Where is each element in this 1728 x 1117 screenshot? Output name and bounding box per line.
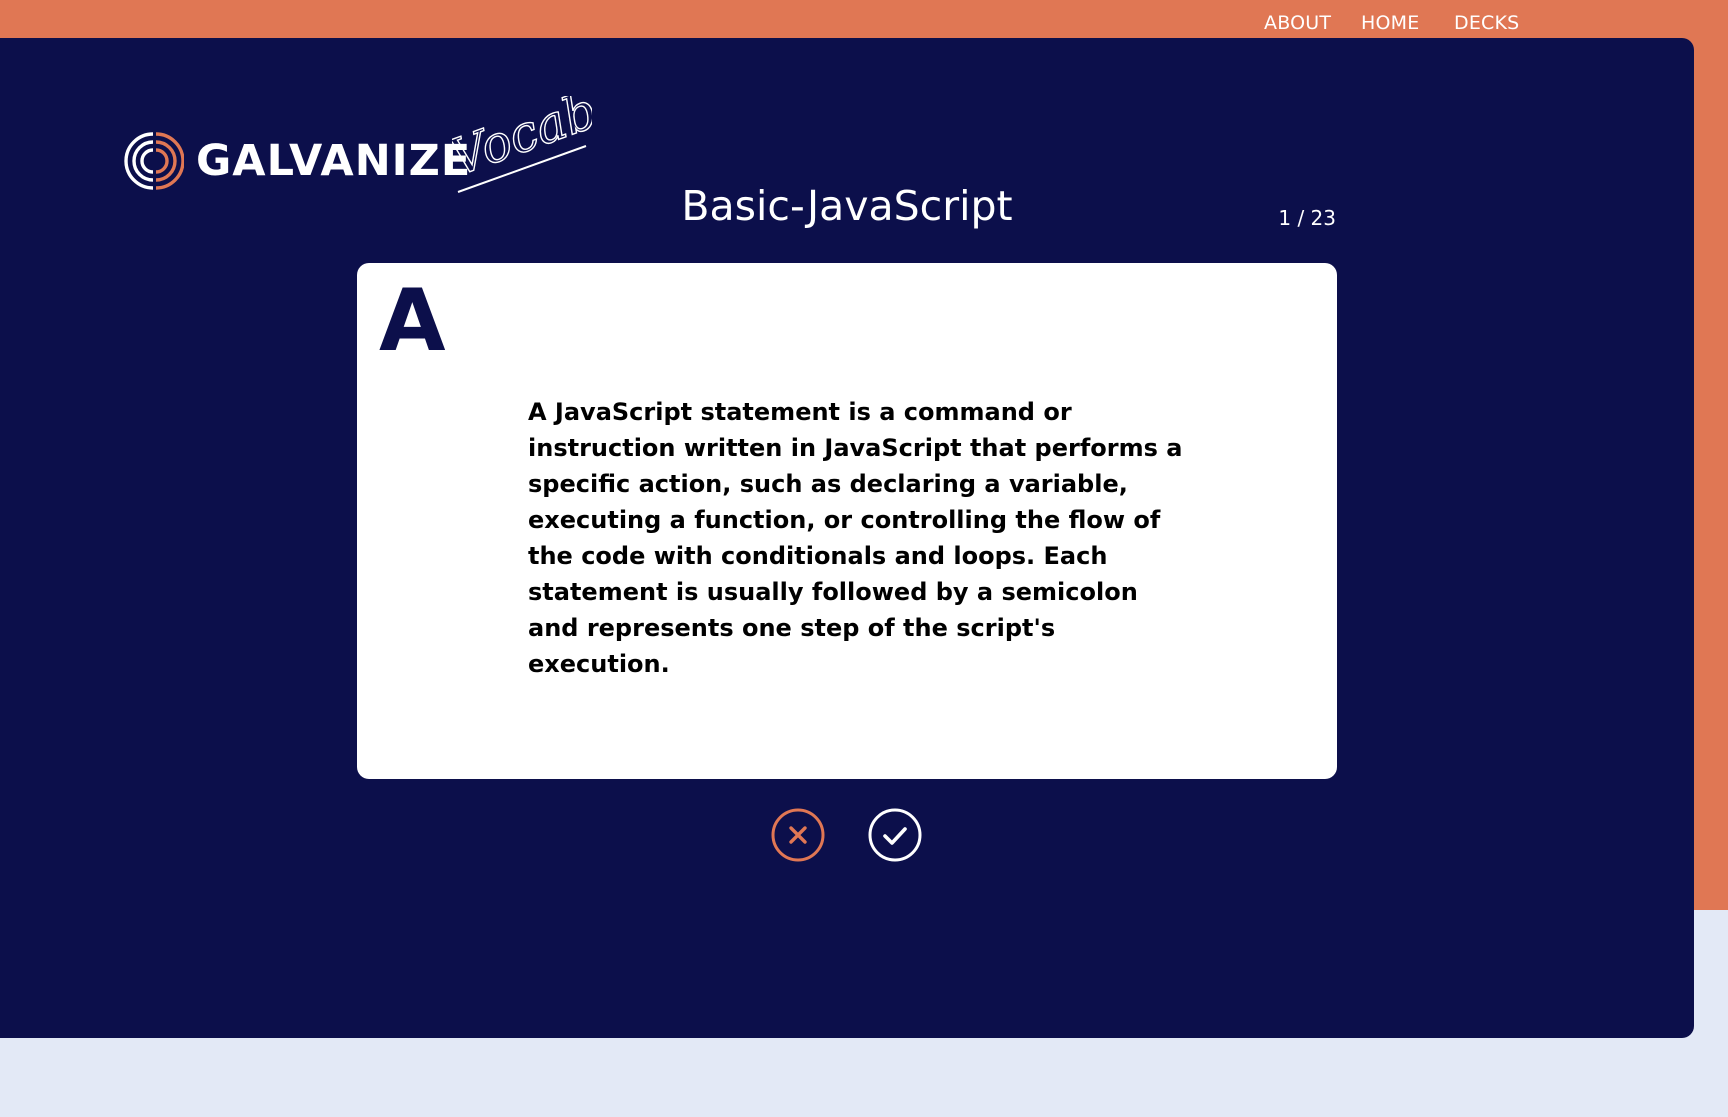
mark-correct-button[interactable] — [868, 808, 922, 862]
logo-script: Vocab — [452, 96, 592, 193]
nav-home-link[interactable]: HOME — [1361, 12, 1419, 34]
nav-about-link[interactable]: ABOUT — [1264, 12, 1331, 34]
logo[interactable]: GALVANIZE Vocab — [122, 90, 602, 193]
logo-wordmark: GALVANIZE — [196, 136, 472, 186]
top-nav: ABOUT HOME DECKS — [0, 0, 1728, 38]
svg-text:Vocab: Vocab — [452, 96, 592, 187]
deck-title: Basic-JavaScript — [681, 182, 1013, 230]
card-side-label: A — [379, 271, 446, 371]
flashcard[interactable]: A A JavaScript statement is a command or… — [357, 263, 1337, 779]
check-icon — [883, 827, 907, 845]
close-icon — [789, 826, 807, 844]
card-progress: 1 / 23 — [1278, 206, 1336, 230]
nav-decks-link[interactable]: DECKS — [1454, 12, 1519, 34]
mark-wrong-button[interactable] — [771, 808, 825, 862]
card-answer-text: A JavaScript statement is a command or i… — [528, 398, 1183, 678]
main-panel: GALVANIZE Vocab Basic-JavaScript 1 / 23 … — [0, 38, 1694, 1038]
